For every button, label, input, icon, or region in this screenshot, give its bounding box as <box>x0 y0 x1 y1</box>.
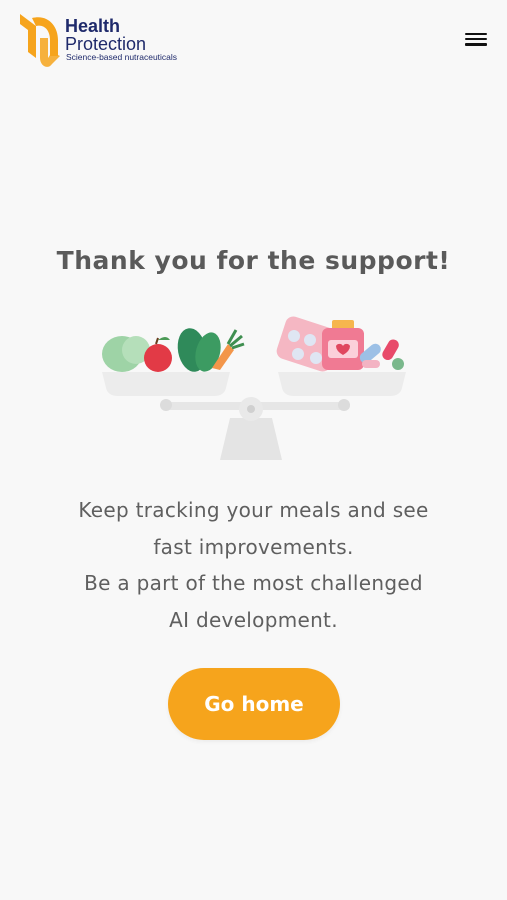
app-header: Health Protection Science-based nutraceu… <box>0 0 507 80</box>
go-home-button[interactable]: Go home <box>168 668 340 740</box>
pills-icon <box>276 316 404 372</box>
brand-logo[interactable]: Health Protection Science-based nutraceu… <box>18 12 208 70</box>
brand-tagline: Science-based nutraceuticals <box>66 52 178 62</box>
hamburger-menu-icon <box>465 32 487 36</box>
message-line: AI development. <box>169 607 338 632</box>
message-line: Be a part of the most challenged <box>84 571 423 595</box>
message-line: fast improvements. <box>153 534 354 559</box>
page: Health Protection Science-based nutraceu… <box>0 0 507 900</box>
vegetables-icon <box>102 328 245 372</box>
page-title: Thank you for the support! <box>56 246 451 275</box>
message-line: Keep tracking your meals and see <box>78 498 429 522</box>
brand-name-line2: Protection <box>65 34 147 54</box>
logo-mark-icon <box>20 14 60 67</box>
thank-you-message: Keep tracking your meals and see fast im… <box>20 492 487 638</box>
balance-scale-illustration <box>102 316 406 460</box>
brand-name-line1: Health <box>65 16 121 36</box>
hamburger-menu-button[interactable] <box>463 30 489 52</box>
